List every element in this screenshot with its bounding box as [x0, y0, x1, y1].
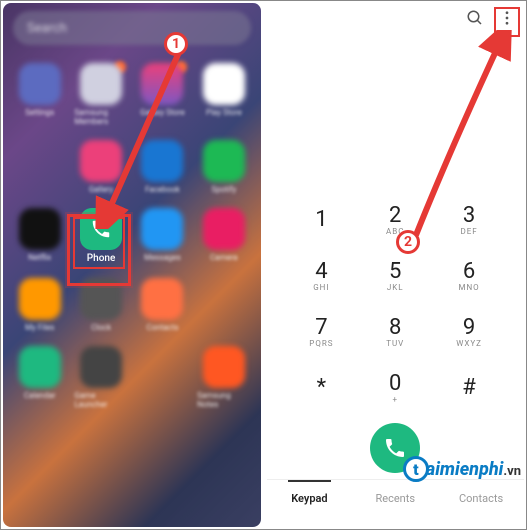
search-bar[interactable]: Search: [13, 11, 251, 45]
search-icon[interactable]: [466, 9, 484, 27]
dialer-toolbar: [267, 3, 525, 33]
app-netflix[interactable]: Netflix: [13, 208, 66, 264]
watermark: t aimienphi .vn: [403, 456, 521, 482]
annotation-step-2: 2: [396, 230, 420, 254]
key-2[interactable]: 2ABC: [358, 191, 432, 247]
dialer-panel: 1 2ABC 3DEF 4GHI 5JKL 6MNO 7PQRS 8TUV 9W…: [264, 0, 527, 530]
key-9[interactable]: 9WXYZ: [432, 303, 506, 359]
dialer-screen: 1 2ABC 3DEF 4GHI 5JKL 6MNO 7PQRS 8TUV 9W…: [267, 3, 525, 527]
app-contacts[interactable]: Contacts: [136, 278, 189, 332]
key-8[interactable]: 8TUV: [358, 303, 432, 359]
number-display-area: [267, 33, 525, 191]
home-screen: Search Settings Samsung Members Galaxy S…: [3, 3, 261, 527]
key-0[interactable]: 0+: [358, 359, 432, 415]
keypad: 1 2ABC 3DEF 4GHI 5JKL 6MNO 7PQRS 8TUV 9W…: [267, 191, 525, 415]
key-3[interactable]: 3DEF: [432, 191, 506, 247]
app-galaxy-store[interactable]: Galaxy Store: [136, 63, 189, 126]
highlight-phone-inner: [73, 217, 125, 269]
key-star[interactable]: *: [285, 359, 359, 415]
annotation-step-1: 1: [164, 32, 188, 56]
app-my-files[interactable]: My Files: [13, 278, 66, 332]
app-calendar[interactable]: Calendar: [13, 346, 66, 409]
tab-contacts[interactable]: Contacts: [438, 480, 524, 517]
app-settings[interactable]: Settings: [13, 63, 66, 126]
watermark-logo: t: [403, 456, 429, 482]
app-camera[interactable]: Camera: [197, 208, 250, 264]
key-7[interactable]: 7PQRS: [285, 303, 359, 359]
app-samsung-notes[interactable]: Samsung Notes: [197, 346, 250, 409]
tab-keypad[interactable]: Keypad: [267, 480, 353, 517]
app-messages[interactable]: Messages: [136, 208, 189, 264]
key-4[interactable]: 4GHI: [285, 247, 359, 303]
app-grid: Settings Samsung Members Galaxy Store Pl…: [3, 53, 261, 409]
home-screen-panel: Search Settings Samsung Members Galaxy S…: [0, 0, 264, 530]
key-6[interactable]: 6MNO: [432, 247, 506, 303]
app-spotify[interactable]: Spotify: [197, 140, 250, 194]
bottom-tabs: Keypad Recents Contacts: [267, 479, 525, 517]
search-placeholder: Search: [27, 21, 67, 36]
key-hash[interactable]: #: [432, 359, 506, 415]
app-gallery[interactable]: Gallery: [74, 140, 127, 194]
app-game-launcher[interactable]: Game Launcher: [74, 346, 127, 409]
app-samsung-members[interactable]: Samsung Members: [74, 63, 127, 126]
key-1[interactable]: 1: [285, 191, 359, 247]
app-clock[interactable]: Clock: [74, 278, 127, 332]
app-facebook[interactable]: Facebook: [136, 140, 189, 194]
watermark-text: aimienphi: [426, 459, 503, 480]
highlight-more-options: [494, 7, 520, 37]
watermark-suffix: .vn: [503, 464, 521, 479]
key-5[interactable]: 5JKL: [358, 247, 432, 303]
tab-recents[interactable]: Recents: [352, 480, 438, 517]
app-play-store[interactable]: Play Store: [197, 63, 250, 126]
